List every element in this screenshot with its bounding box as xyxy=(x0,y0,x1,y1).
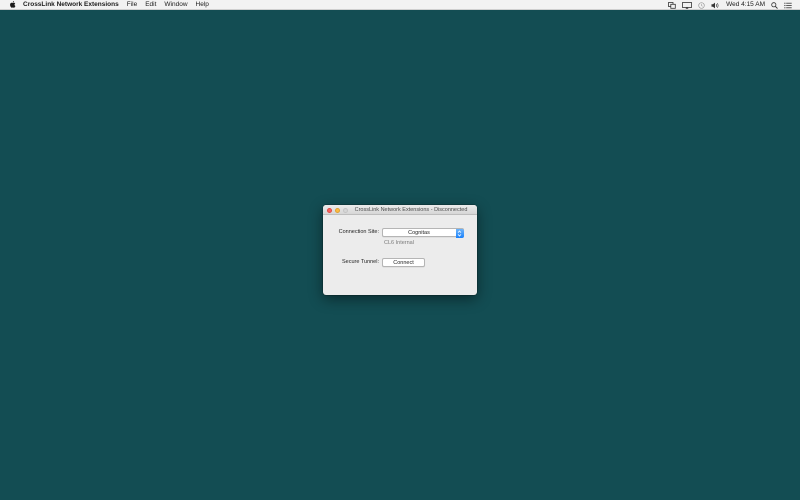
secure-tunnel-label: Secure Tunnel: xyxy=(342,259,379,265)
screen-mirroring-icon[interactable] xyxy=(682,1,692,9)
notification-center-icon[interactable] xyxy=(784,2,792,9)
apple-icon[interactable] xyxy=(8,1,16,8)
menu-app-name[interactable]: CrossLink Network Extensions xyxy=(23,0,119,10)
app-window: CrossLink Network Extensions - Disconnec… xyxy=(323,205,477,295)
menu-window[interactable]: Window xyxy=(164,0,187,10)
menu-edit[interactable]: Edit xyxy=(145,0,156,10)
connection-site-select[interactable]: Cognitas xyxy=(382,228,464,238)
window-switch-icon[interactable] xyxy=(668,1,676,9)
window-titlebar[interactable]: CrossLink Network Extensions - Disconnec… xyxy=(323,205,477,215)
menu-file[interactable]: File xyxy=(127,0,137,10)
connection-site-detail: CL6 Internal xyxy=(384,240,414,246)
connection-site-value: Cognitas xyxy=(408,230,430,236)
menu-bar-clock[interactable]: Wed 4:15 AM xyxy=(726,0,765,10)
timemachine-icon[interactable] xyxy=(698,1,705,9)
window-title: CrossLink Network Extensions - Disconnec… xyxy=(354,207,468,213)
select-stepper-icon[interactable] xyxy=(455,228,464,238)
menu-bar: CrossLink Network Extensions File Edit W… xyxy=(0,0,800,10)
connection-site-label: Connection Site: xyxy=(338,229,379,235)
spotlight-icon[interactable] xyxy=(771,1,778,9)
menu-bar-status-area: Wed 4:15 AM xyxy=(662,0,792,10)
menu-help[interactable]: Help xyxy=(196,0,209,10)
connect-button[interactable]: Connect xyxy=(382,258,425,267)
volume-icon[interactable] xyxy=(711,2,720,9)
